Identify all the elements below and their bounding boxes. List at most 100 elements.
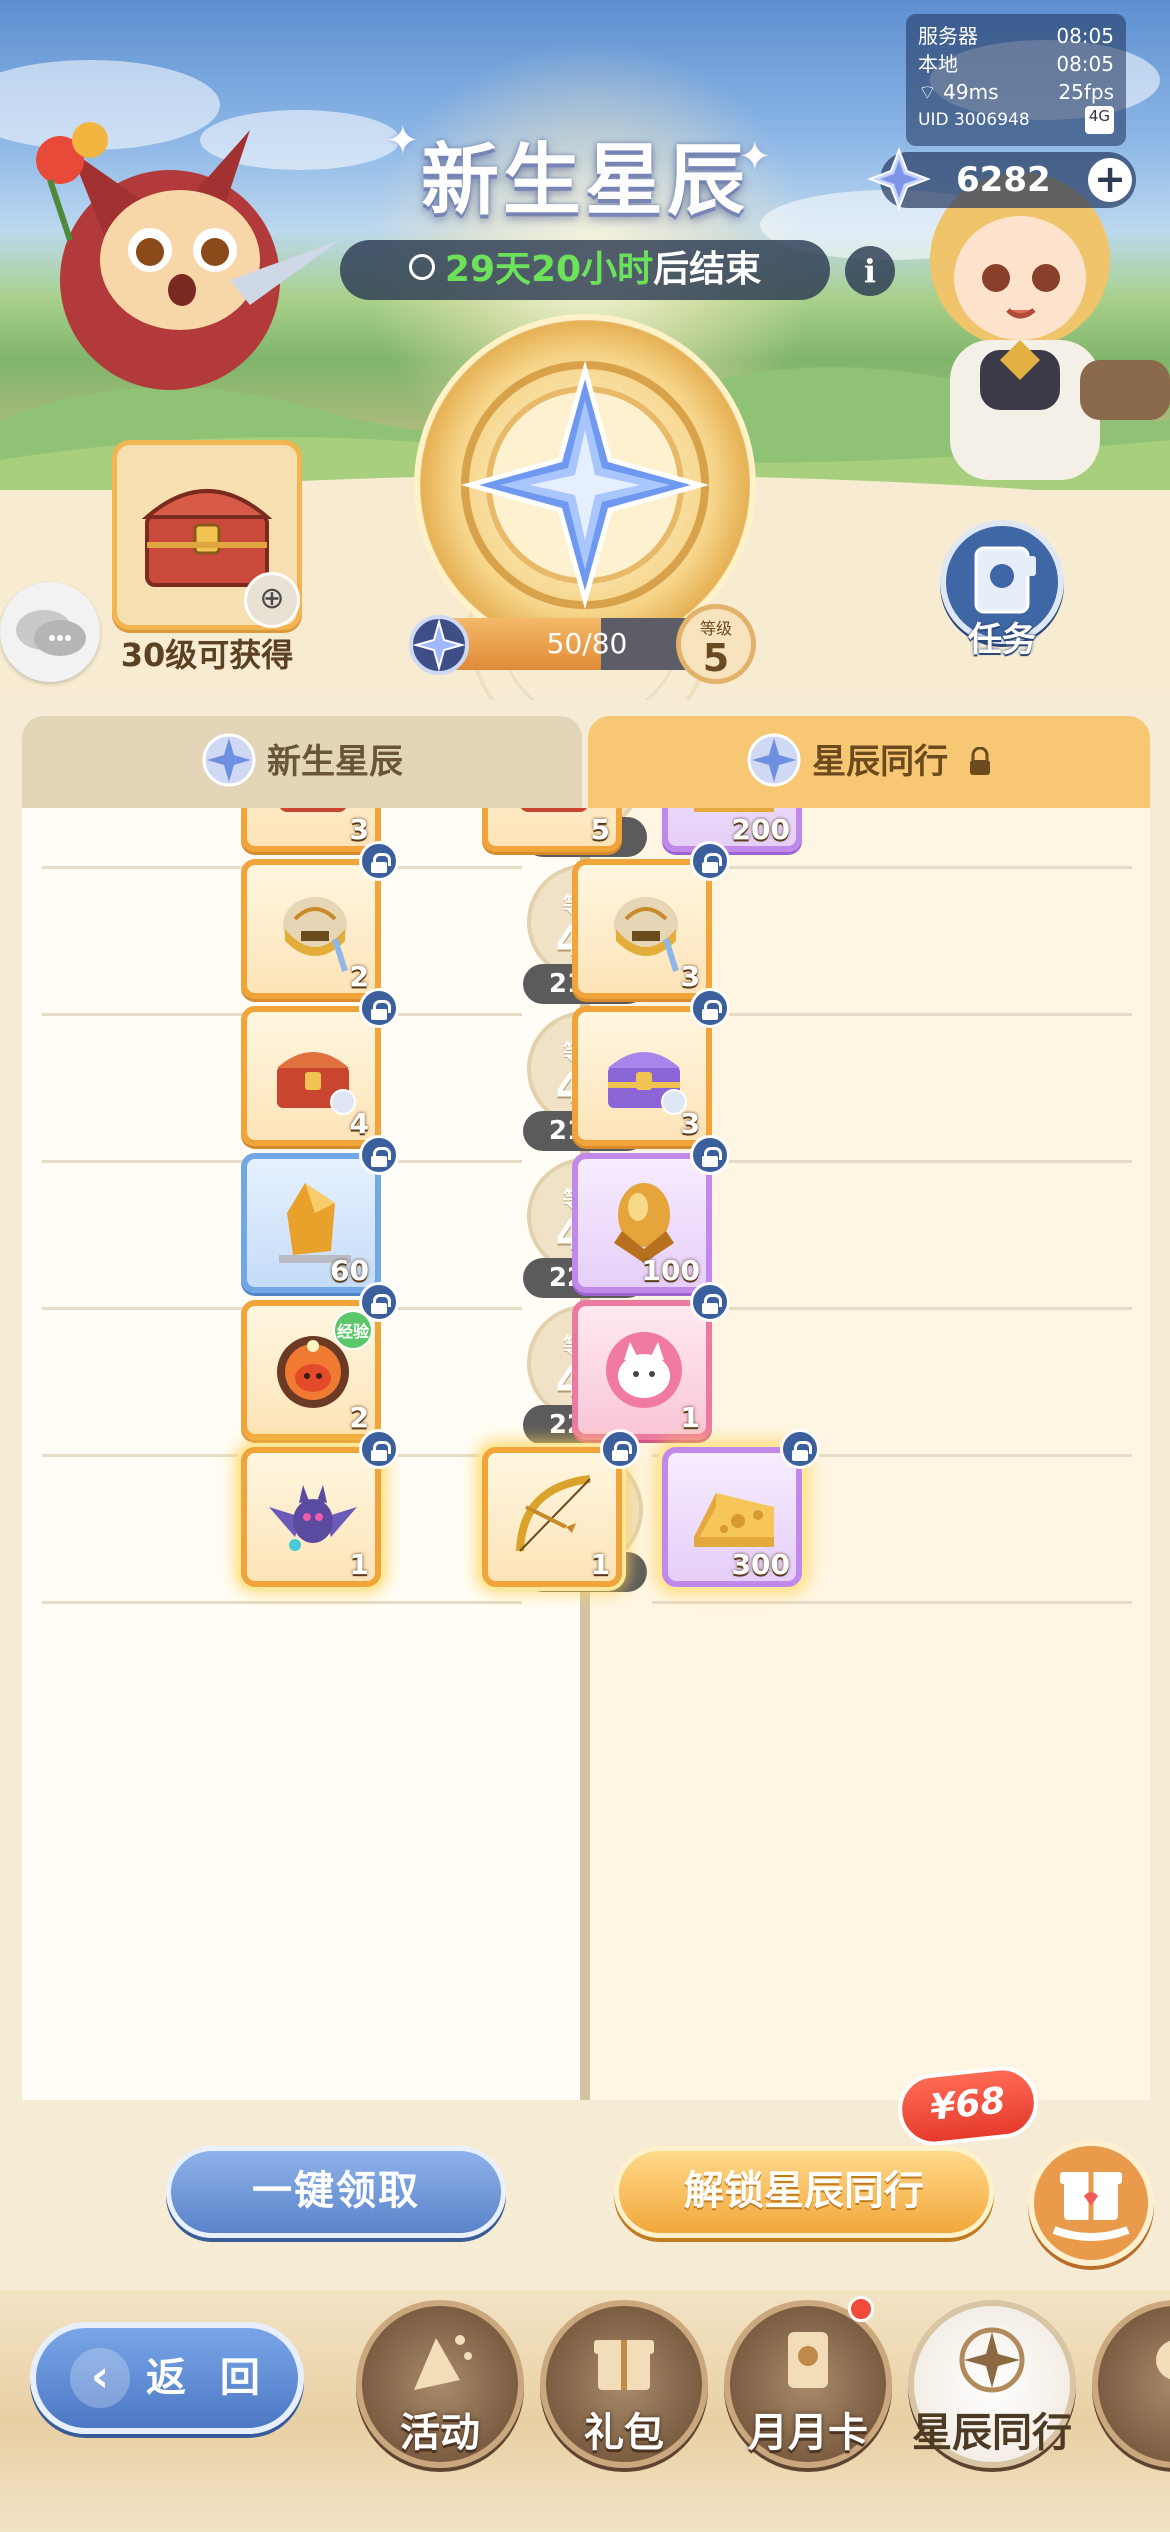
nav-label: 月月卡	[748, 2410, 868, 2456]
clock-icon	[408, 254, 435, 280]
more-icon	[1156, 2340, 1170, 2380]
local-time: 08:05	[1056, 52, 1114, 76]
helmet-icon	[283, 897, 348, 972]
reward-quantity: 3	[680, 1107, 700, 1140]
lock-icon	[969, 746, 990, 775]
book-pouch-icon	[521, 808, 587, 812]
reward-item[interactable]: 1	[572, 1300, 712, 1440]
lock-icon	[359, 841, 399, 881]
lock-icon	[359, 988, 399, 1028]
ping-value: 49ms	[943, 80, 999, 104]
party-icon	[414, 2335, 472, 2390]
claim-all-label: 一键领取	[252, 2168, 420, 2214]
star-badge-icon	[202, 733, 256, 786]
gift-hand-icon	[1052, 2172, 1130, 2241]
reward-quantity: 3	[680, 960, 700, 993]
lock-icon	[690, 1135, 730, 1175]
lock-icon	[690, 841, 730, 881]
add-currency-button[interactable]: +	[1088, 158, 1132, 202]
reward-quantity: 1	[349, 1548, 369, 1581]
reward-quantity: 300	[731, 1548, 790, 1581]
reward-quantity: 1	[680, 1401, 700, 1434]
reward-item[interactable]: 300	[662, 1447, 802, 1587]
unlock-premium-label: 解锁星辰同行	[684, 2168, 924, 2214]
nav-item-5[interactable]	[1092, 2290, 1170, 2490]
gift-icon	[594, 2340, 654, 2390]
back-button[interactable]: ‹ 返 回	[30, 2322, 304, 2434]
task-label: 任务	[968, 620, 1036, 660]
signal-badge: 4G	[1084, 106, 1114, 134]
nav-item-2[interactable]: 礼包	[540, 2290, 708, 2490]
currency-value: 6282	[956, 160, 1051, 200]
reward-item[interactable]: 5	[482, 808, 622, 852]
level-badge: 等级 5	[676, 604, 756, 684]
unlock-premium-button[interactable]: 解锁星辰同行	[614, 2146, 994, 2238]
lock-icon	[600, 1429, 640, 1469]
nav-item-1[interactable]: 活动	[356, 2290, 524, 2490]
server-status-panel: 服务器 08:05 本地 08:05 ⌔ 49ms 25fps UID 3006948…	[906, 14, 1126, 146]
info-button[interactable]: i	[845, 246, 895, 296]
nav-item-3[interactable]: 月月卡	[724, 2290, 892, 2490]
timer-suffix: 后结束	[653, 249, 762, 290]
server-time: 08:05	[1056, 24, 1114, 48]
nav-item-4[interactable]: 星辰同行	[908, 2290, 1076, 2490]
tab-free-track[interactable]: 新生星辰	[22, 716, 582, 808]
reward-quantity: 100	[641, 1254, 700, 1287]
wifi-icon: ⌔	[918, 80, 937, 104]
bat-pet-icon	[269, 1485, 357, 1551]
lock-icon	[690, 1282, 730, 1322]
month-card-icon	[788, 2332, 828, 2388]
lock-icon	[780, 1429, 820, 1469]
level-badge-value: 5	[702, 636, 730, 680]
reward-item[interactable]: 3	[241, 808, 381, 852]
back-arrow-icon: ‹	[70, 2348, 130, 2408]
nav-label: 礼包	[584, 2410, 664, 2456]
nav-label: 活动	[400, 2410, 480, 2456]
golden-bow-icon	[516, 1475, 591, 1552]
reward-item[interactable]: 2 经验	[241, 1300, 381, 1440]
server-label: 服务器	[918, 24, 978, 48]
claim-all-button[interactable]: 一键领取	[166, 2146, 506, 2238]
uid-text: UID 3006948	[918, 110, 1030, 130]
compass-star-icon	[959, 2327, 1025, 2393]
reward-item[interactable]: 60	[241, 1153, 381, 1293]
chat-button[interactable]	[0, 582, 100, 682]
reward-quantity: 4	[349, 1107, 369, 1140]
lock-icon	[690, 988, 730, 1028]
reward-item[interactable]: 100	[572, 1153, 712, 1293]
reward-item[interactable]: 4	[241, 1006, 381, 1146]
star-wings-icon	[409, 615, 469, 675]
reward-item[interactable]: 1	[482, 1447, 622, 1587]
purple-chest-icon	[608, 1052, 687, 1115]
tab-premium-track-label: 星辰同行	[812, 742, 949, 782]
book-pouch-icon	[280, 808, 346, 812]
star-badge-icon	[747, 733, 801, 786]
lock-icon	[359, 1135, 399, 1175]
star-compass-icon	[460, 360, 710, 610]
zoom-icon[interactable]: ⊕	[244, 572, 300, 628]
fps-value: 25fps	[1058, 80, 1114, 104]
chest-caption: 30级可获得	[120, 636, 294, 674]
lock-icon	[359, 1429, 399, 1469]
reward-quantity: 200	[731, 813, 790, 846]
reward-item[interactable]: 1	[241, 1447, 381, 1587]
reward-quantity: 60	[330, 1254, 369, 1287]
reward-item[interactable]: 3	[572, 1006, 712, 1146]
tab-free-track-label: 新生星辰	[267, 742, 403, 782]
reward-quantity: 1	[590, 1548, 610, 1581]
back-label: 返 回	[146, 2355, 270, 2401]
event-timer: 29天20小时后结束	[340, 240, 830, 300]
event-title: 新生星辰	[420, 136, 749, 226]
gift-shop-button[interactable]	[1028, 2140, 1154, 2266]
reward-item[interactable]: 2	[241, 859, 381, 999]
star-crystal-icon	[867, 147, 931, 211]
reward-item[interactable]: 200	[662, 808, 802, 852]
row-separator	[652, 1601, 1132, 1604]
reward-list[interactable]: 45205035200等级46210023等级47215043等级4822006…	[22, 808, 1150, 2100]
reward-item[interactable]: 3	[572, 859, 712, 999]
nav-label: 星辰同行	[912, 2410, 1072, 2456]
tab-premium-track[interactable]: 星辰同行	[588, 716, 1150, 808]
helmet-icon	[614, 897, 679, 972]
reward-quantity: 5	[590, 813, 610, 846]
currency-bar: 6282 +	[867, 147, 1136, 211]
